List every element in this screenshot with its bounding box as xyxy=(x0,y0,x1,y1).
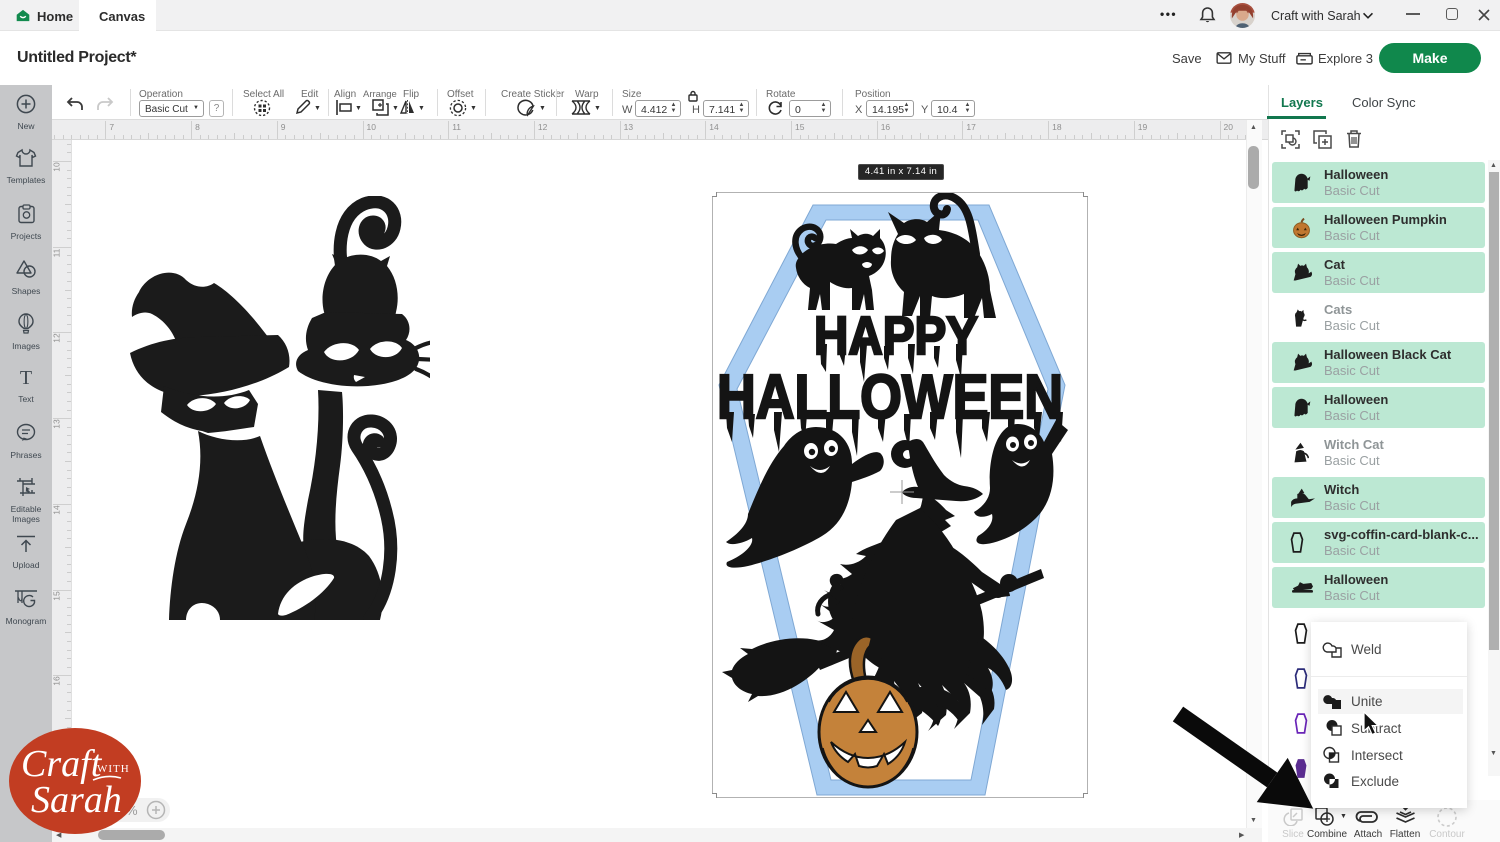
svg-text:HAPPY: HAPPY xyxy=(814,306,978,366)
svg-text:T: T xyxy=(20,368,32,387)
svg-text:WITH: WITH xyxy=(97,763,130,775)
svg-text:Sarah: Sarah xyxy=(31,779,122,821)
